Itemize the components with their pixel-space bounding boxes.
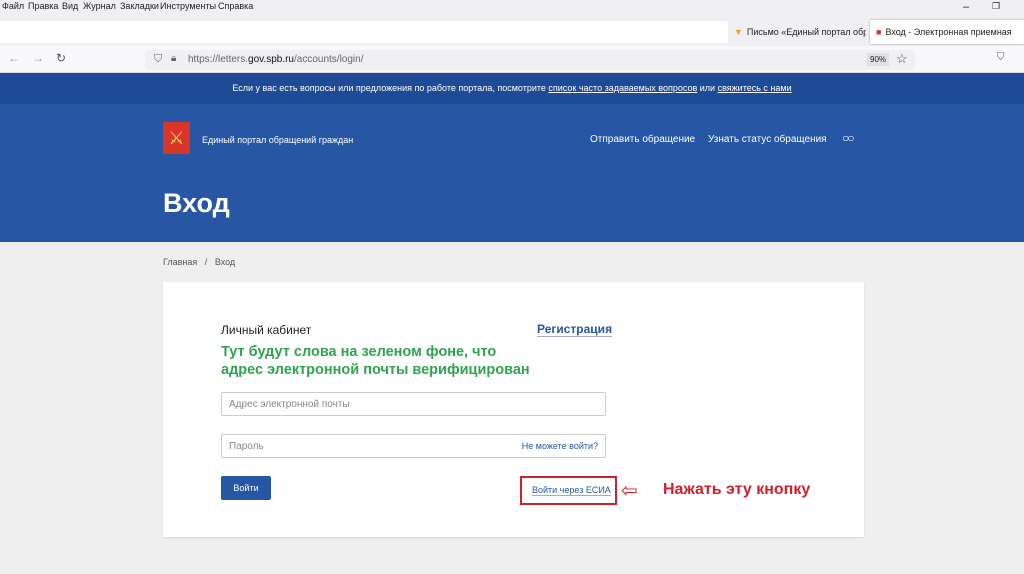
forgot-password-link[interactable]: Не можете войти? <box>522 441 598 451</box>
annotation-text: Нажать эту кнопку <box>663 481 811 498</box>
breadcrumb-current: Вход <box>214 257 236 267</box>
login-button[interactable]: Войти <box>221 476 271 500</box>
forward-icon[interactable]: → <box>32 51 44 65</box>
shield-icon: ⛉ <box>154 53 163 65</box>
menu-bookmarks[interactable]: Закладки <box>120 1 159 11</box>
register-link[interactable]: Регистрация <box>537 322 613 337</box>
menu-file[interactable]: Файл <box>2 1 24 11</box>
coat-of-arms-logo[interactable]: ⚔ <box>163 122 190 154</box>
restore-button[interactable]: ❐ <box>992 1 1000 12</box>
site-name[interactable]: Единый портал обращений граждан <box>202 135 353 145</box>
faq-link[interactable]: список часто задаваемых вопросов <box>548 83 697 93</box>
menu-bar: Файл Правка Вид Журнал Закладки Инструме… <box>0 0 1024 18</box>
tab-mail[interactable]: ▼Письмо «Единый портал обр✕ <box>728 20 866 44</box>
menu-help[interactable]: Справка <box>218 1 253 11</box>
favicon-icon: ■ <box>876 27 882 37</box>
menu-edit[interactable]: Правка <box>28 1 58 11</box>
nav-check-status[interactable]: Узнать статус обращения <box>708 134 827 145</box>
login-card: Личный кабинет Регистрация Тут будут сло… <box>163 282 864 537</box>
info-banner: Если у вас есть вопросы или предложения … <box>0 73 1024 104</box>
site-header: ⚔ Единый портал обращений граждан Отправ… <box>0 104 1024 242</box>
page-title: Вход <box>163 188 230 218</box>
tab-strip-empty <box>0 21 728 43</box>
cabinet-title: Личный кабинет <box>221 323 312 337</box>
menu-tools[interactable]: Инструменты <box>160 1 216 11</box>
lock-icon: 🔒︎ <box>171 53 177 64</box>
zoom-level[interactable]: 90% <box>867 53 890 66</box>
esia-login-button[interactable]: Войти через ЕСИА <box>532 485 611 496</box>
star-icon[interactable]: ☆ <box>896 51 908 67</box>
pocket-icon[interactable]: ⛉ <box>997 52 1005 63</box>
url-bar[interactable]: ⛉ 🔒︎ https://letters.gov.spb.ru/accounts… <box>145 50 915 70</box>
mail-icon: ▼ <box>734 27 743 37</box>
back-icon[interactable]: ← <box>8 51 20 65</box>
nav-send-appeal[interactable]: Отправить обращение <box>590 134 695 145</box>
password-input[interactable]: Пароль Не можете войти? <box>221 434 606 458</box>
menu-view[interactable]: Вид <box>62 1 78 11</box>
reload-icon[interactable]: ↻ <box>56 51 66 65</box>
minimize-button[interactable]: – <box>963 1 969 13</box>
verification-notice: Тут будут слова на зеленом фоне, что адр… <box>221 344 530 378</box>
breadcrumb: Главная / Вход <box>163 257 236 267</box>
tab-login[interactable]: ■ Вход - Электронная приемная <box>870 20 1024 44</box>
email-input[interactable]: Адрес электронной почты <box>221 392 606 416</box>
menu-history[interactable]: Журнал <box>83 1 116 11</box>
accessibility-glasses-icon[interactable]: ○○ <box>842 131 854 145</box>
arrow-left-icon: ⇦ <box>621 480 638 502</box>
contact-link[interactable]: свяжитесь с нами <box>718 83 792 93</box>
breadcrumb-home[interactable]: Главная <box>163 257 197 267</box>
